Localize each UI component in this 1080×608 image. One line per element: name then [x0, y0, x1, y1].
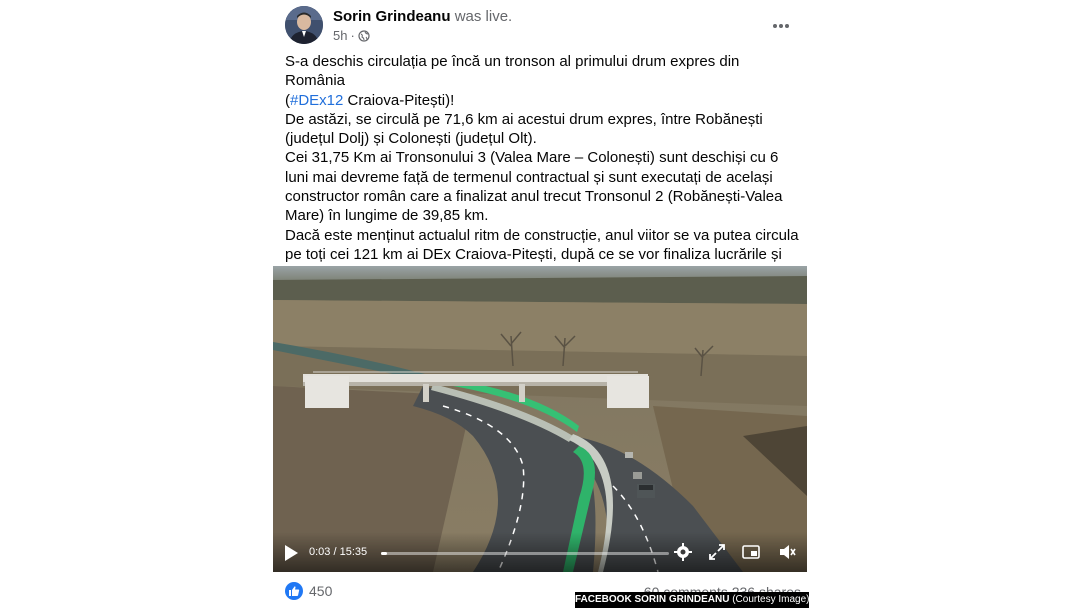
reaction-count: 450 — [309, 583, 333, 599]
globe-icon — [358, 29, 370, 42]
post-paragraph-1: S-a deschis circulația pe încă un tronso… — [285, 52, 801, 110]
time-separator: / — [330, 546, 340, 558]
current-time: 0:03 — [309, 546, 331, 558]
author-avatar[interactable] — [285, 6, 323, 44]
facebook-post: Sorin Grindeanu was live. 5h · S-a desch… — [273, 0, 807, 608]
duration: 15:35 — [339, 546, 368, 558]
live-status: was live. — [454, 8, 513, 25]
video-progress-fill — [381, 552, 387, 555]
video-player[interactable]: 0:03 / 15:35 — [273, 266, 807, 572]
post-meta: 5h · — [333, 28, 370, 43]
more-options-button[interactable] — [767, 12, 795, 40]
mute-icon — [780, 545, 796, 559]
settings-button[interactable] — [673, 542, 693, 562]
post-text-line-1: S-a deschis circulația pe încă un tronso… — [285, 53, 740, 90]
caption-credit: (Courtesy Image) — [729, 594, 809, 605]
image-credit-caption: FACEBOOK SORIN GRINDEANU (Courtesy Image… — [575, 592, 809, 608]
hashtag-link[interactable]: #DEx12 — [290, 92, 343, 109]
author-name[interactable]: Sorin Grindeanu — [333, 8, 451, 25]
video-time: 0:03 / 15:35 — [309, 546, 367, 558]
video-controls: 0:03 / 15:35 — [273, 532, 807, 572]
post-text-line-2: Craiova-Pitești)! — [343, 91, 455, 109]
post-body: S-a deschis circulația pe încă un tronso… — [285, 52, 801, 284]
more-options-icon — [773, 24, 789, 28]
page: Sorin Grindeanu was live. 5h · S-a desch… — [0, 0, 1080, 608]
caption-source: FACEBOOK SORIN GRINDEANU — [575, 594, 730, 605]
post-paragraph-2: De astăzi, se circulă pe 71,6 km ai aces… — [285, 110, 763, 148]
meta-dot: · — [350, 28, 355, 43]
post-paragraph-3: Cei 31,75 Km ai Tronsonului 3 (Valea Mar… — [285, 149, 783, 225]
post-header: Sorin Grindeanu was live. 5h · — [285, 6, 795, 46]
mute-button[interactable] — [777, 542, 797, 562]
fullscreen-button[interactable] — [707, 542, 727, 562]
post-time[interactable]: 5h — [333, 28, 347, 43]
picture-in-picture-icon — [742, 545, 760, 559]
highway-video-frame — [273, 266, 807, 572]
play-icon — [285, 545, 298, 561]
settings-icon — [674, 543, 692, 561]
video-progress-bar[interactable] — [381, 552, 669, 555]
author-line: Sorin Grindeanu was live. — [333, 8, 512, 25]
reactions-summary[interactable]: 450 — [285, 582, 332, 600]
picture-in-picture-button[interactable] — [741, 542, 761, 562]
like-icon — [285, 582, 303, 600]
fullscreen-icon — [709, 544, 725, 560]
play-button[interactable] — [283, 544, 299, 562]
